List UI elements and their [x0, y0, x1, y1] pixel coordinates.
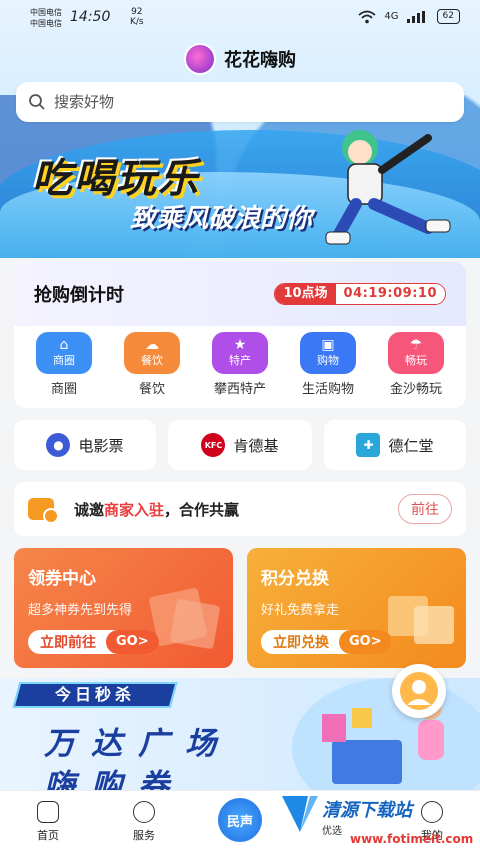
status-right: 4G 62 [358, 9, 460, 24]
category-grid: ⌂商圈 商圈 ☁餐饮 餐饮 ★特产 攀西特产 ▣购物 生活购物 ☂畅玩 [14, 326, 466, 397]
gift-star-icon: ★ 特产 [212, 332, 268, 374]
flash-sale-tag: 今日秒杀 [12, 682, 178, 708]
carrier-1: 中国电信 [30, 8, 62, 17]
status-bar: 中国电信 中国电信 14:50 92 K/s 4G 62 [0, 0, 480, 36]
planet-icon [133, 801, 155, 823]
shopping-bag-icon: ▣ 购物 [300, 332, 356, 374]
invite-go-button[interactable]: 前往 [398, 494, 452, 524]
category-shopping-district[interactable]: ⌂ 商圈 商圈 [20, 332, 108, 397]
shopping-basket-icon: ⌂ 商圈 [36, 332, 92, 374]
nav-label: 首页 [37, 829, 59, 842]
medical-kit-icon: ✚ [356, 433, 381, 457]
countdown-header[interactable]: 抢购倒计时 10点场 04:19:09:10 [14, 262, 466, 326]
coupon-center-card[interactable]: 领券中心 超多神券先到先得 立即前往 GO> [14, 548, 233, 668]
banner-subtitle: 致乘风破浪的你 [130, 204, 313, 234]
category-specialty[interactable]: ★ 特产 攀西特产 [196, 332, 284, 397]
film-reel-icon: ● [46, 433, 71, 457]
battery-indicator: 62 [436, 9, 460, 24]
flash-sale-line2: 嗨购券 [44, 768, 185, 790]
nav-center-button[interactable]: 民声 [218, 798, 262, 842]
chef-hat-icon: ☁ 餐饮 [124, 332, 180, 374]
category-dining[interactable]: ☁ 餐饮 餐饮 [108, 332, 196, 397]
countdown-time: 04:19:09:10 [335, 284, 445, 304]
banner-character-illustration [325, 130, 451, 245]
coupon-go-button[interactable]: 立即前往 GO> [28, 630, 159, 654]
search-input[interactable] [54, 93, 434, 111]
home-icon [37, 801, 59, 823]
status-time: 14:50 [70, 9, 111, 25]
search-bar[interactable] [16, 82, 464, 122]
nav-home[interactable]: 首页 [8, 801, 88, 843]
merchant-invite-banner[interactable]: 诚邀商家入驻，合作共赢 前往 [14, 482, 466, 536]
watermark-title: 清源下载站 [322, 800, 412, 821]
quick-link-kfc[interactable]: KFC 肯德基 [168, 420, 312, 470]
net-speed-value: 92 [131, 7, 143, 17]
category-play[interactable]: ☂ 畅玩 金沙畅玩 [372, 332, 460, 397]
kfc-logo-icon: KFC [201, 433, 226, 457]
category-label: 攀西特产 [213, 382, 266, 397]
watermark-subtitle: 优选 [322, 826, 342, 837]
countdown-session: 10点场 [275, 284, 336, 304]
carrier-labels: 中国电信 中国电信 [30, 7, 62, 29]
flash-countdown-card: 抢购倒计时 10点场 04:19:09:10 ⌂ 商圈 商圈 ☁ 餐饮 餐饮 ★ 特产… [14, 262, 466, 408]
app-logo [184, 43, 216, 75]
parasol-icon: ☂ 畅玩 [388, 332, 444, 374]
exchange-go-button[interactable]: 立即兑换 GO> [261, 630, 392, 654]
countdown-title: 抢购倒计时 [34, 285, 124, 306]
merchant-add-icon [28, 498, 59, 524]
customer-service-avatar-button[interactable] [392, 664, 446, 718]
nav-service[interactable]: 服务 [104, 801, 184, 843]
carrier-2: 中国电信 [30, 19, 62, 28]
net-speed: 92 K/s [130, 7, 144, 27]
quick-link-label: 德仁堂 [388, 436, 434, 455]
network-type: 4G [384, 11, 399, 22]
shopping-cart-illustration [292, 678, 480, 790]
signal-icon [406, 10, 425, 23]
banner-title: 吃喝玩乐 [32, 156, 200, 202]
user-avatar-icon [400, 672, 438, 710]
countdown-timer: 10点场 04:19:09:10 [274, 283, 446, 305]
watermark-url: www.fotimeit.com [350, 832, 474, 846]
nav-label: 服务 [133, 829, 155, 842]
app-header: 花花嗨购 [0, 43, 480, 75]
wifi-icon [358, 10, 377, 23]
category-label: 金沙畅玩 [389, 382, 442, 397]
category-life-shopping[interactable]: ▣ 购物 生活购物 [284, 332, 372, 397]
net-speed-unit: K/s [130, 17, 144, 27]
category-label: 餐饮 [138, 382, 165, 397]
app-name: 花花嗨购 [224, 50, 296, 71]
quick-link-label: 电影票 [78, 436, 124, 455]
category-label: 生活购物 [301, 382, 354, 397]
quick-link-label: 肯德基 [233, 436, 279, 455]
points-exchange-card[interactable]: 积分兑换 好礼免费拿走 立即兑换 GO> [247, 548, 466, 668]
quick-link-movie[interactable]: ● 电影票 [14, 420, 156, 470]
invite-text: 诚邀商家入驻，合作共赢 [74, 500, 240, 519]
search-icon [29, 94, 45, 110]
watermark-logo: 清源下载站 优选 www.fotimeit.com [278, 792, 473, 850]
flash-sale-line1: 万达广场 [44, 726, 232, 762]
quick-link-derentang[interactable]: ✚ 德仁堂 [324, 420, 466, 470]
nav-center[interactable]: 民声 [200, 798, 280, 842]
invite-highlight: 商家入驻 [104, 500, 165, 519]
category-label: 商圈 [50, 382, 77, 397]
